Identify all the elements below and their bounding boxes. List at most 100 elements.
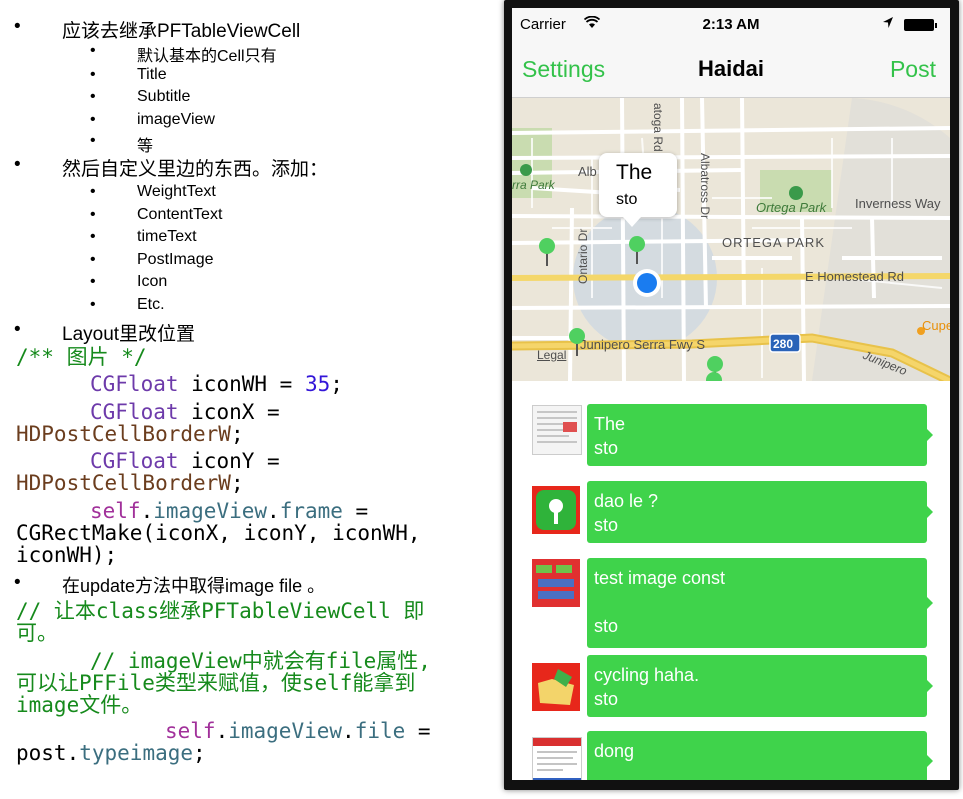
bullet: •: [90, 111, 96, 128]
note-text: PostImage: [137, 251, 214, 268]
map-view[interactable]: rra Park Alb Ortega Park ORTEGA PARK Inv…: [512, 98, 950, 381]
post-thumbnail: [532, 405, 582, 455]
code-property: frame: [279, 499, 343, 523]
code-comment: // 让本class继承PFTableViewCell 即: [16, 600, 424, 622]
post-content: The: [594, 414, 626, 434]
code-number: 35: [304, 372, 331, 396]
code-line: HDPostCellBorderW;: [16, 472, 244, 494]
battery-icon: [904, 19, 937, 31]
code-comment-text: 可以让PFFile类型来赋值，使self能拿到: [16, 671, 416, 695]
status-bar: Carrier 2:13 AM: [512, 8, 950, 42]
note-text: 在update方法中取得image file 。: [62, 576, 326, 596]
bullet: •: [90, 132, 96, 149]
post-thumbnail: [532, 559, 580, 607]
phone-screen: Carrier 2:13 AM Settings Haidai Post rra…: [512, 8, 950, 780]
note-text: imageView: [137, 111, 215, 128]
bullet: •: [90, 273, 96, 290]
post-bubble: dong: [587, 731, 933, 780]
code-comment-text: image文件。: [16, 693, 143, 717]
code-text: ;: [230, 422, 244, 446]
map-label-text: Ontario Dr: [576, 228, 590, 284]
bullet: •: [90, 228, 96, 245]
note-text: Etc.: [137, 296, 165, 313]
note-text: ContentText: [137, 206, 223, 223]
location-arrow-icon: [882, 16, 894, 33]
code-text: iconWH =: [178, 372, 305, 396]
code-line: CGFloat iconY =: [90, 450, 280, 472]
map-label: Cuperti: [922, 318, 950, 333]
post-bubble: cycling haha. sto: [587, 655, 933, 717]
map-label: 280: [773, 337, 794, 351]
code-line: HDPostCellBorderW;: [16, 423, 244, 445]
note-text: timeText: [137, 228, 197, 245]
post-button[interactable]: Post: [890, 56, 936, 83]
note-text: Title: [137, 66, 167, 83]
post-content: cycling haha.: [594, 665, 700, 685]
note-text: 然后自定义里边的东西。添加：: [62, 159, 329, 180]
code-line: self.imageView.frame =: [90, 500, 368, 522]
code-keyword: self: [165, 719, 216, 743]
note-text: 等: [137, 138, 154, 155]
phone-frame: Carrier 2:13 AM Settings Haidai Post rra…: [504, 0, 959, 790]
legal-link[interactable]: Legal: [537, 348, 566, 362]
bullet: •: [90, 66, 96, 83]
code-comment-text: 可。: [16, 621, 58, 645]
code-line: CGFloat iconX =: [90, 401, 280, 423]
post-thumbnail: [532, 486, 580, 534]
code-text: ;: [330, 372, 343, 396]
code-text: post: [16, 741, 67, 765]
note-text: Layout里改位置: [62, 324, 196, 345]
code-comment-text: /** 图片 */: [16, 345, 147, 369]
code-text: .: [342, 719, 355, 743]
map-label: rra Park: [512, 178, 555, 192]
code-comment: /** 图片 */: [16, 346, 147, 368]
callout-subtitle: sto: [616, 191, 638, 208]
code-type: CGFloat: [90, 449, 179, 473]
nav-bar: Settings Haidai Post: [512, 42, 950, 98]
bullet: •: [90, 251, 96, 268]
code-line: self.imageView.file =: [165, 720, 431, 742]
code-line: CGRectMake(iconX, iconY, iconWH,: [16, 521, 421, 545]
code-line: CGFloat iconWH = 35;: [90, 373, 343, 395]
code-macro: HDPostCellBorderW: [16, 422, 231, 446]
map-label: Albatross Dr: [698, 153, 712, 220]
nav-title: Haidai: [697, 56, 765, 81]
code-text: =: [342, 499, 369, 523]
code-macro: HDPostCellBorderW: [16, 471, 231, 495]
bullet: •: [90, 183, 96, 200]
code-comment: 可以让PFFile类型来赋值，使self能拿到: [16, 672, 415, 694]
post-author: sto: [594, 689, 619, 709]
post-thumbnail: [532, 663, 580, 711]
code-comment: // imageView中就会有file属性,: [90, 650, 431, 672]
code-line: post.typeimage;: [16, 742, 206, 764]
code-text: iconX =: [178, 400, 280, 424]
note-text: WeightText: [137, 183, 216, 200]
map-label: Ortega Park: [756, 200, 827, 215]
post-content: dao le ?: [594, 491, 659, 511]
code-comment: image文件。: [16, 694, 142, 716]
post-list[interactable]: The sto dao le ? sto test image const st…: [512, 381, 950, 780]
map-callout[interactable]: The sto: [599, 153, 677, 227]
code-type: CGFloat: [90, 372, 179, 396]
bullet: •: [14, 16, 21, 37]
code-property: typeimage: [79, 741, 194, 765]
code-text: ;: [193, 741, 206, 765]
post-content: test image const: [594, 568, 726, 588]
bullet: •: [14, 154, 21, 175]
code-text: ;: [230, 471, 244, 495]
map-label: atoga Rd: [651, 103, 665, 152]
bullet: •: [14, 572, 21, 593]
note-text: Subtitle: [137, 88, 191, 105]
note-text: 应该去继承PFTableViewCell: [62, 21, 301, 42]
post-bubble: test image const sto: [587, 558, 933, 648]
map-label: Inverness Way: [855, 196, 941, 211]
code-property: imageView: [228, 719, 343, 743]
code-text: =: [405, 719, 431, 743]
code-text: .: [140, 499, 154, 523]
post-bubble: dao le ? sto: [587, 481, 933, 543]
bullet: •: [90, 88, 96, 105]
code-comment: 可。: [16, 622, 58, 644]
map-label: E Homestead Rd: [805, 269, 904, 284]
code-keyword: self: [90, 499, 141, 523]
callout-title: The: [616, 161, 653, 184]
